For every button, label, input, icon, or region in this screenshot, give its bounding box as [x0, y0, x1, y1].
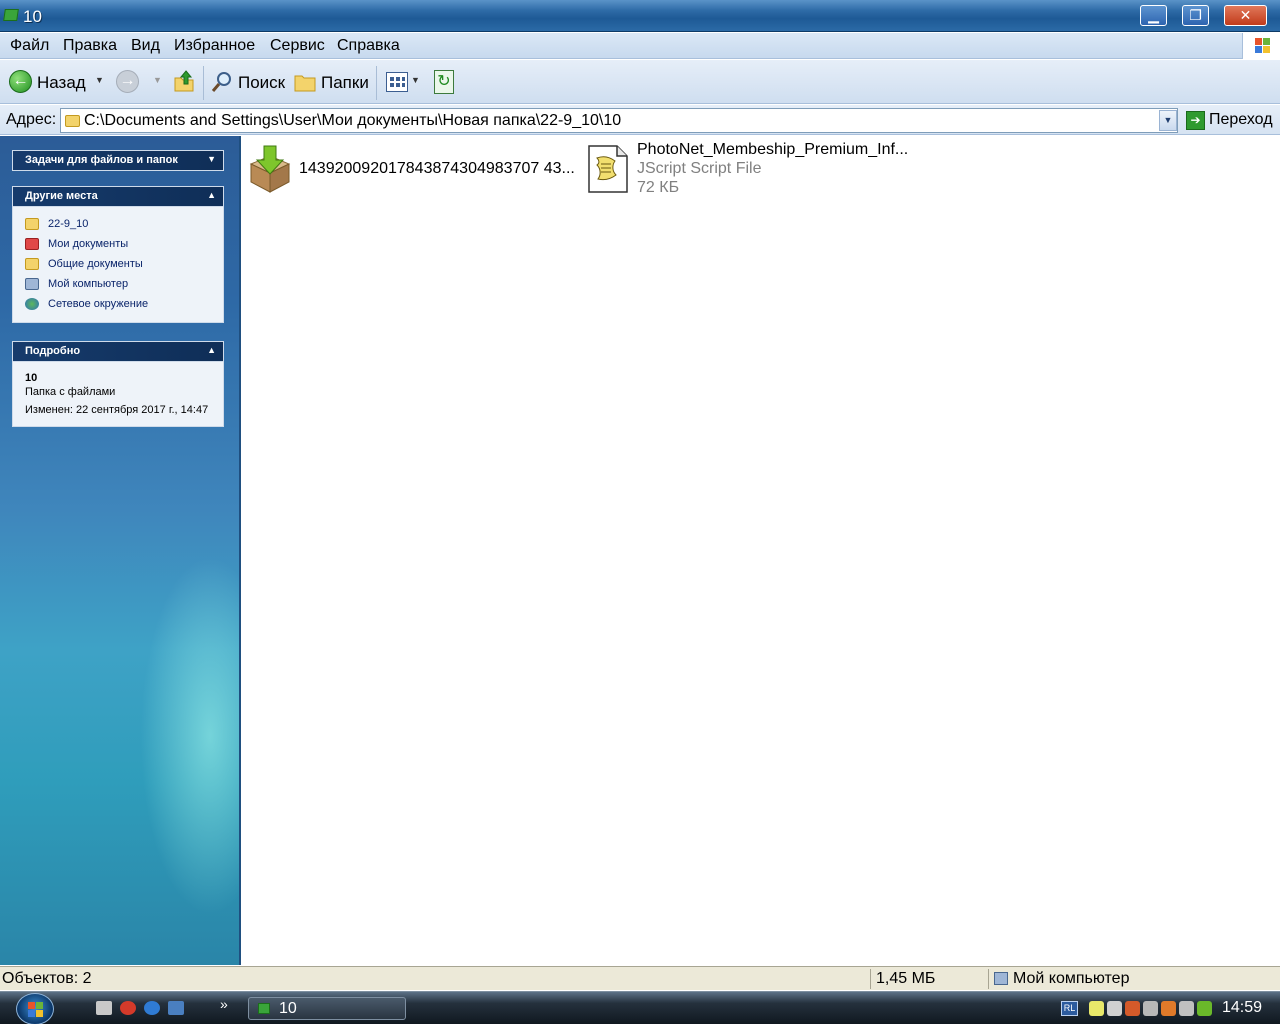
language-indicator[interactable]: RL — [1061, 1001, 1078, 1016]
taskbar: » 10 RL 14:59 — [0, 991, 1280, 1024]
details-panel-title: Подробно — [25, 345, 81, 357]
folder-icon — [25, 258, 39, 270]
folder-icon — [258, 1003, 270, 1014]
address-field[interactable]: C:\Documents and Settings\User\Мои докум… — [60, 108, 1178, 133]
place-label[interactable]: Мой компьютер — [48, 278, 128, 290]
tray-icon[interactable] — [1179, 1001, 1194, 1016]
back-arrow-icon[interactable]: ← — [9, 70, 32, 93]
forward-arrow-icon[interactable]: → — [116, 70, 139, 93]
tasks-panel-title: Задачи для файлов и папок — [25, 154, 178, 166]
go-button[interactable]: Переход — [1209, 111, 1273, 129]
views-icon[interactable] — [386, 72, 408, 92]
tray-icon[interactable] — [1107, 1001, 1122, 1016]
menu-edit[interactable]: Правка — [63, 37, 117, 55]
details-modified: Изменен: 22 сентября 2017 г., 14:47 — [25, 404, 209, 416]
close-button[interactable]: ✕ — [1224, 5, 1267, 26]
address-path[interactable]: C:\Documents and Settings\User\Мои докум… — [84, 112, 621, 130]
chevron-up-icon[interactable]: ▲ — [207, 190, 216, 200]
internet-explorer-icon[interactable] — [144, 1001, 160, 1015]
views-dropdown-icon[interactable]: ▼ — [411, 75, 420, 85]
toolbar: ← Назад ▼ → ▼ Поиск Папки ▼ ↻ — [0, 60, 1280, 104]
menu-favorites[interactable]: Избранное — [174, 37, 255, 55]
restore-button[interactable]: ❐ — [1182, 5, 1209, 26]
go-arrow-icon[interactable]: ➔ — [1186, 111, 1205, 130]
quicklaunch-overflow-icon[interactable]: » — [220, 996, 228, 1012]
status-bar: Объектов: 2 1,45 МБ Мой компьютер — [0, 966, 1280, 990]
chevron-up-icon[interactable]: ▲ — [207, 345, 216, 355]
places-panel-title: Другие места — [25, 190, 98, 202]
folder-icon — [3, 9, 19, 21]
search-button[interactable]: Поиск — [238, 73, 285, 93]
search-icon[interactable] — [210, 70, 234, 94]
tray-icon[interactable] — [1089, 1001, 1104, 1016]
folders-button[interactable]: Папки — [321, 73, 369, 93]
package-download-icon[interactable] — [247, 144, 293, 194]
show-desktop-icon[interactable] — [168, 1001, 184, 1015]
menu-bar: Файл Правка Вид Избранное Сервис Справка — [0, 33, 1280, 59]
window-title: 10 — [23, 7, 42, 26]
place-label[interactable]: Мои документы — [48, 238, 128, 250]
tray-icon[interactable] — [1161, 1001, 1176, 1016]
back-dropdown-icon[interactable]: ▼ — [95, 75, 104, 85]
menu-view[interactable]: Вид — [131, 37, 160, 55]
folder-icon — [65, 115, 80, 127]
player-icon[interactable] — [120, 1001, 136, 1015]
jscript-file-icon[interactable] — [587, 144, 629, 194]
place-label[interactable]: Сетевое окружение — [48, 298, 148, 310]
details-panel: 10 Папка с файлами Изменен: 22 сентября … — [12, 362, 224, 427]
file-name[interactable]: 143920092017843874304983707 43... — [299, 160, 575, 178]
up-folder-icon[interactable] — [173, 69, 195, 93]
status-location: Мой компьютер — [1013, 970, 1130, 987]
folders-icon[interactable] — [294, 72, 316, 92]
title-bar[interactable]: 10 ▁ ❐ ✕ — [0, 0, 1280, 32]
computer-icon — [994, 972, 1008, 985]
status-size: 1,45 МБ — [876, 970, 936, 987]
start-button[interactable] — [16, 993, 54, 1024]
minimize-button[interactable]: ▁ — [1140, 5, 1167, 26]
menu-help[interactable]: Справка — [337, 37, 400, 55]
taskbar-window-title: 10 — [279, 1000, 297, 1017]
my-documents-icon — [25, 238, 39, 250]
taskbar-window-button[interactable]: 10 — [248, 997, 406, 1020]
file-type: JScript Script File — [637, 160, 762, 177]
background-swirl — [140, 556, 239, 916]
tray-icon[interactable] — [1125, 1001, 1140, 1016]
details-panel-header[interactable]: Подробно ▲ — [12, 341, 224, 362]
task-pane: Задачи для файлов и папок ▼ Другие места… — [0, 136, 241, 965]
file-name[interactable]: PhotoNet_Membeship_Premium_Inf... — [637, 141, 908, 159]
address-bar: Адрес: C:\Documents and Settings\User\Мо… — [0, 105, 1280, 135]
toolbar-separator — [376, 66, 377, 100]
places-panel-header[interactable]: Другие места ▲ — [12, 186, 224, 207]
back-button[interactable]: Назад — [37, 73, 86, 93]
details-type: Папка с файлами — [25, 386, 116, 398]
folder-icon — [25, 218, 39, 230]
menu-file[interactable]: Файл — [10, 37, 49, 55]
file-size: 72 КБ — [637, 179, 680, 196]
forward-dropdown-icon[interactable]: ▼ — [153, 75, 162, 85]
place-label[interactable]: Общие документы — [48, 258, 143, 270]
media-icon[interactable] — [96, 1001, 112, 1015]
status-object-count: Объектов: 2 — [2, 970, 92, 987]
places-panel: 22-9_10 Мои документы Общие документы Мо… — [12, 207, 224, 323]
chevron-down-icon[interactable]: ▼ — [207, 154, 216, 164]
toolbar-separator — [203, 66, 204, 100]
status-separator — [870, 969, 871, 989]
place-label[interactable]: 22-9_10 — [48, 218, 88, 230]
windows-logo-icon — [1242, 33, 1280, 59]
network-icon — [25, 298, 39, 310]
computer-icon — [25, 278, 39, 290]
address-dropdown-icon[interactable]: ▼ — [1159, 110, 1177, 131]
address-label: Адрес: — [6, 111, 57, 128]
clock[interactable]: 14:59 — [1222, 999, 1262, 1017]
tasks-panel-header[interactable]: Задачи для файлов и папок ▼ — [12, 150, 224, 171]
refresh-icon[interactable]: ↻ — [434, 70, 454, 94]
status-separator — [988, 969, 989, 989]
file-list[interactable] — [241, 136, 1280, 965]
tray-icon[interactable] — [1197, 1001, 1212, 1016]
tray-icon[interactable] — [1143, 1001, 1158, 1016]
menu-tools[interactable]: Сервис — [270, 37, 325, 55]
details-name: 10 — [25, 372, 38, 384]
